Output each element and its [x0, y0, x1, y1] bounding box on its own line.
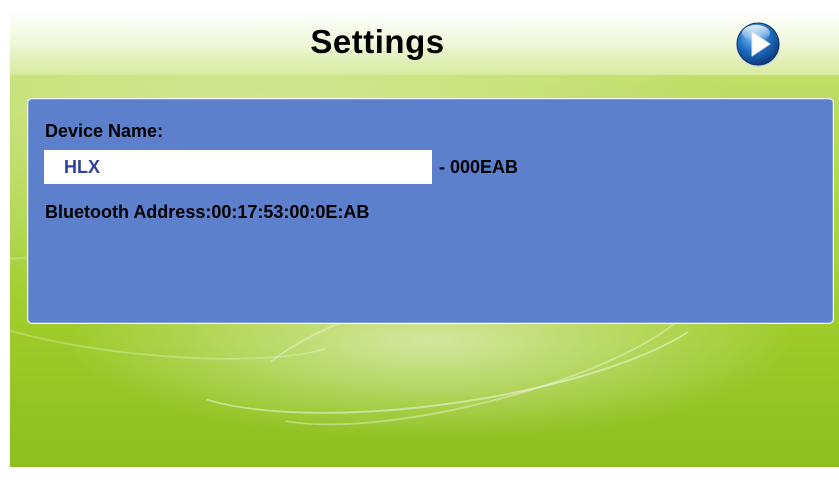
next-button[interactable] [734, 20, 782, 68]
page-title: Settings [310, 23, 445, 60]
device-name-label: Device Name: [45, 121, 164, 141]
play-arrow-icon [736, 22, 780, 67]
settings-screen: Settings Device Name: HLX - 000EAB Bluet… [10, 11, 839, 467]
device-name-suffix: - 000EAB [439, 157, 519, 177]
device-info-panel: Device Name: - 000EAB Bluetooth Address:… [27, 98, 834, 324]
title-bar: Settings [10, 11, 839, 75]
bluetooth-address: Bluetooth Address:00:17:53:00:0E:AB [45, 202, 370, 222]
device-name-input[interactable] [44, 150, 432, 184]
